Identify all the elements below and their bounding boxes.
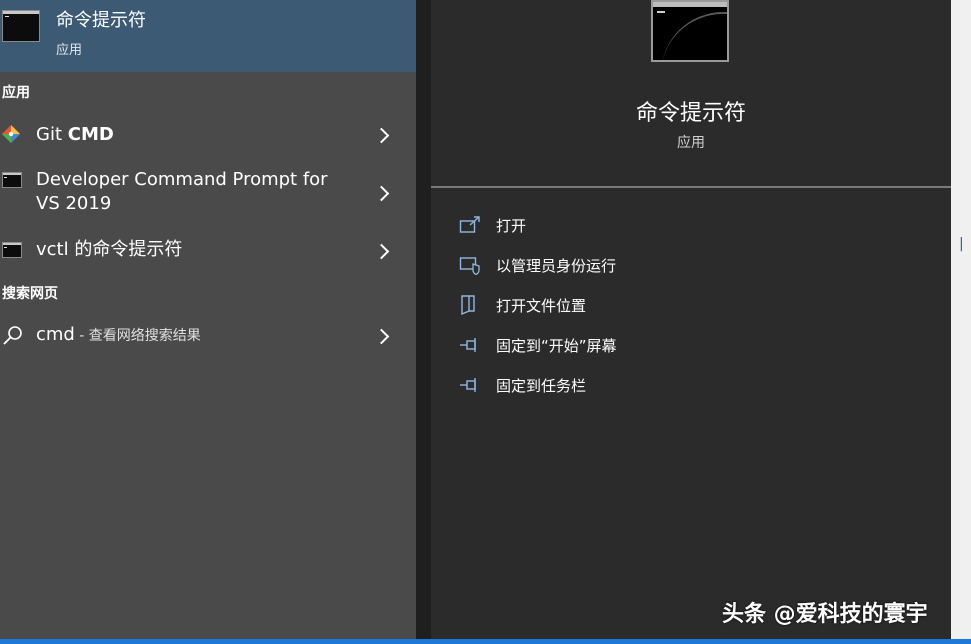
action-pin-to-start[interactable]: 固定到“开始”屏幕 <box>431 331 951 359</box>
app-item-vctl[interactable]: vctl 的命令提示符 <box>0 236 416 266</box>
edge-glyph: | <box>959 236 964 252</box>
detail-pane: 命令提示符 应用 打开 以管理员身份运行 打开文件位置 固定到“开始”屏幕 固定… <box>431 0 951 644</box>
open-icon <box>459 216 480 233</box>
search-icon <box>3 326 22 345</box>
section-header-apps: 应用 <box>2 85 30 101</box>
web-search-item[interactable]: cmd - 查看网络搜索结果 <box>0 321 416 351</box>
chevron-right-icon[interactable] <box>373 328 390 345</box>
detail-title: 命令提示符 <box>635 101 746 126</box>
pane-divider <box>416 0 431 644</box>
app-label-line1: Developer Command Prompt for <box>36 169 328 190</box>
watermark: 头条 @爱科技的寰宇 <box>722 602 928 627</box>
action-pin-to-taskbar[interactable]: 固定到任务栏 <box>431 371 951 399</box>
action-run-as-admin-label: 以管理员身份运行 <box>496 257 617 275</box>
action-pin-to-start-label: 固定到“开始”屏幕 <box>496 337 617 355</box>
best-match-item[interactable]: 命令提示符 应用 <box>0 0 416 72</box>
action-run-as-admin[interactable]: 以管理员身份运行 <box>431 251 951 279</box>
chevron-right-icon[interactable] <box>373 127 390 144</box>
pin-icon <box>460 378 476 392</box>
app-label-cmd: CMD <box>67 124 114 145</box>
file-location-icon <box>461 295 475 315</box>
app-label-vctl: vctl 的命令提示符 <box>36 239 183 260</box>
app-label-line2: VS 2019 <box>36 193 112 214</box>
taskbar-edge <box>0 639 971 644</box>
search-term: cmd <box>36 324 75 345</box>
git-icon <box>2 125 20 143</box>
app-item-git-cmd[interactable]: Git CMD <box>0 120 416 150</box>
search-suffix: - 查看网络搜索结果 <box>74 328 201 344</box>
command-prompt-icon <box>2 172 22 188</box>
background-window-edge: | <box>951 0 971 644</box>
command-prompt-large-icon <box>651 0 729 62</box>
action-open-file-location-label: 打开文件位置 <box>496 297 587 315</box>
app-item-developer-command-prompt[interactable]: Developer Command Prompt for VS 2019 <box>0 166 416 220</box>
chevron-right-icon[interactable] <box>373 243 390 260</box>
chevron-right-icon[interactable] <box>373 185 390 202</box>
section-header-web: 搜索网页 <box>2 286 58 302</box>
best-match-title: 命令提示符 <box>56 10 146 31</box>
action-open[interactable]: 打开 <box>431 211 951 239</box>
action-open-label: 打开 <box>496 217 527 235</box>
command-prompt-icon <box>2 242 22 258</box>
admin-shield-icon <box>459 257 480 275</box>
pin-icon <box>460 338 476 352</box>
command-prompt-icon <box>2 10 40 42</box>
search-results-pane: 命令提示符 应用 应用 Git CMD Developer Command Pr… <box>0 0 416 644</box>
detail-subtitle: 应用 <box>677 135 705 151</box>
app-label-git: Git <box>36 124 68 145</box>
detail-divider <box>431 186 951 188</box>
best-match-subtitle: 应用 <box>56 43 83 58</box>
action-pin-to-taskbar-label: 固定到任务栏 <box>496 377 587 395</box>
action-open-file-location[interactable]: 打开文件位置 <box>431 291 951 319</box>
